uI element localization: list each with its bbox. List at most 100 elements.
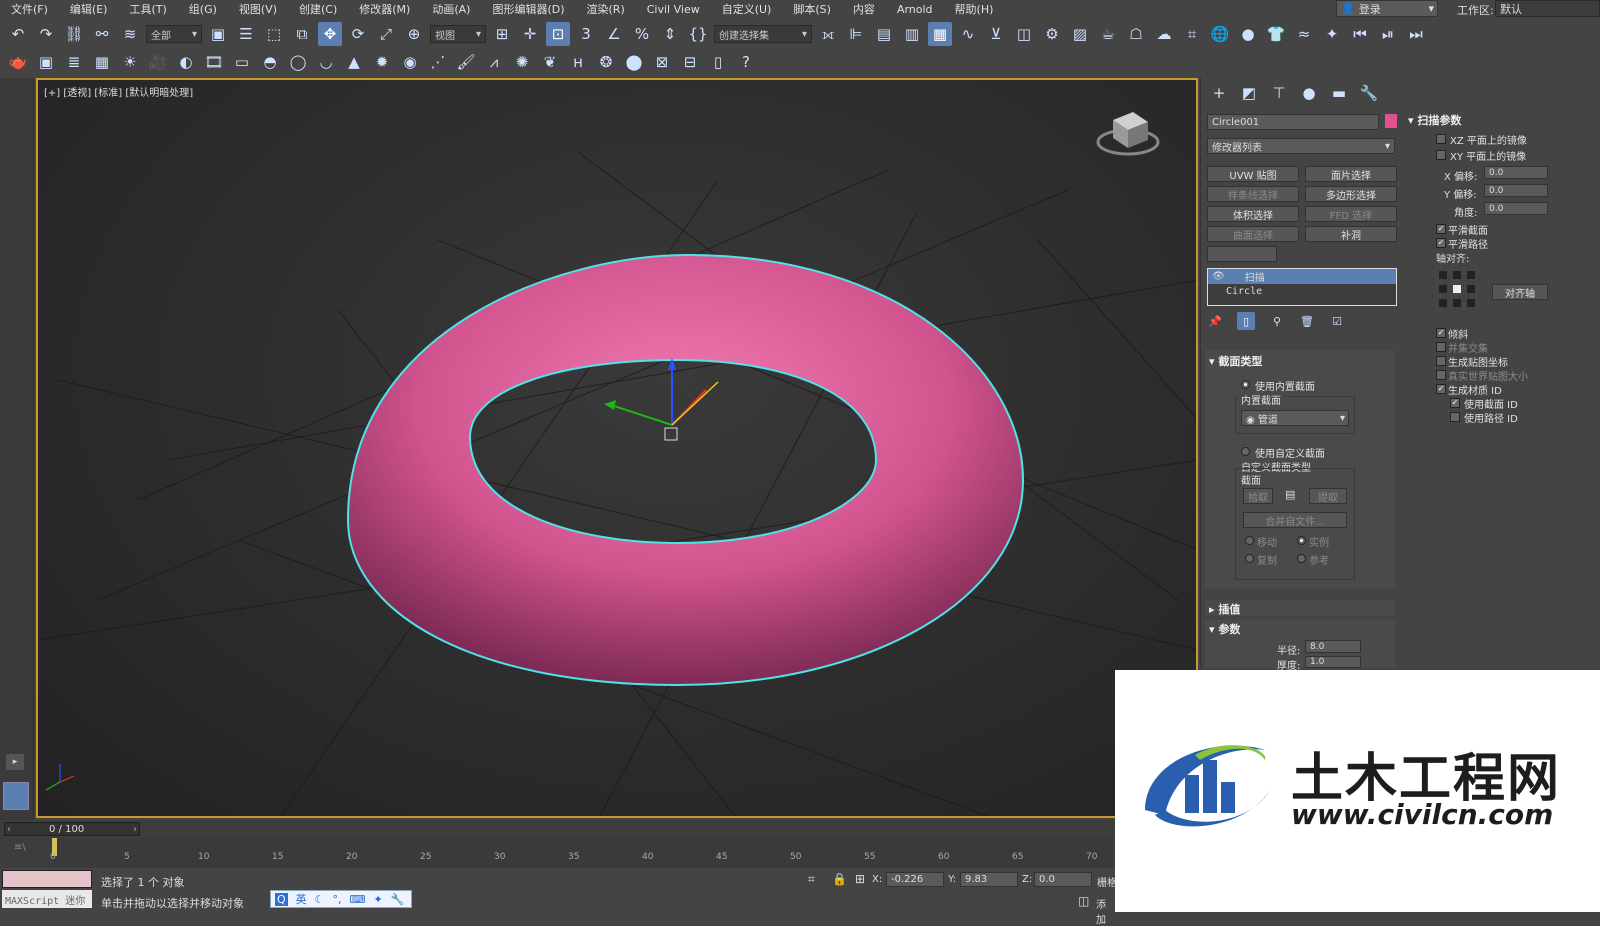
sweep-params-title[interactable]: ▾ 扫描参数	[1408, 112, 1461, 128]
rect-select-icon[interactable]: ⬚	[262, 22, 286, 46]
menu-item[interactable]: 组(G)	[178, 1, 228, 17]
modifier-blank-button[interactable]	[1207, 246, 1277, 262]
y-offset-spinner[interactable]: 0.0	[1484, 184, 1548, 197]
mirror-xz-checkbox[interactable]	[1436, 134, 1446, 144]
eye-icon[interactable]: 👁	[1212, 271, 1225, 282]
menu-item[interactable]: 修改器(M)	[348, 1, 421, 17]
workspace-dropdown[interactable]: 默认	[1495, 0, 1600, 17]
viewcube-icon[interactable]	[1096, 112, 1160, 156]
parameters-title[interactable]: ▾ 参数	[1209, 621, 1240, 637]
render-icon[interactable]: ☕	[1096, 22, 1120, 46]
plant-icon[interactable]: ❦	[538, 50, 562, 74]
menu-item[interactable]: 编辑(E)	[59, 1, 119, 17]
modify-tab-icon[interactable]: ◩	[1237, 81, 1261, 105]
menu-item[interactable]: 渲染(R)	[576, 1, 636, 17]
builtin-section-dropdown[interactable]: ◉ 管道 ▾	[1241, 410, 1349, 426]
tripod-icon[interactable]: ⩘	[482, 50, 506, 74]
wrench-icon[interactable]: 🔧	[391, 893, 405, 906]
menu-item[interactable]: 脚本(S)	[782, 1, 842, 17]
cone-icon[interactable]: ▲	[342, 50, 366, 74]
modifier-button[interactable]: 样条线选择	[1207, 186, 1299, 202]
sphere-icon[interactable]: ●	[1236, 22, 1260, 46]
menu-item[interactable]: 文件(F)	[0, 1, 59, 17]
grid-icon[interactable]: ⋰	[426, 50, 450, 74]
ime-toolbar[interactable]: Q 英 ☾ °, ⌨ ✦ 🔧	[270, 890, 412, 908]
merge-from-file-button[interactable]: 合并自文件...	[1243, 512, 1347, 528]
radius-spinner[interactable]: 8.0	[1305, 640, 1361, 653]
isolate-icon[interactable]: ⌗	[808, 872, 815, 887]
ball-icon[interactable]: ◉	[398, 50, 422, 74]
x-coord-field[interactable]: -0.226	[886, 872, 944, 887]
help-icon[interactable]: ?	[734, 50, 758, 74]
modifier-button[interactable]: 补洞	[1305, 226, 1397, 242]
menu-item[interactable]: Arnold	[886, 3, 944, 16]
move-radio[interactable]	[1245, 536, 1254, 545]
layer-explorer-icon[interactable]: ▥	[900, 22, 924, 46]
pick-button[interactable]: 拾取	[1243, 488, 1273, 504]
instance-radio[interactable]	[1297, 536, 1306, 545]
perspective-viewport[interactable]: [+] [透视] [标准] [默认明暗处理]	[36, 78, 1198, 818]
snap-3d-icon[interactable]: 3	[574, 22, 598, 46]
media-end-icon[interactable]: ⏭	[1404, 22, 1428, 46]
place-icon[interactable]: ⊕	[402, 22, 426, 46]
move-icon[interactable]: ✥	[318, 22, 342, 46]
banking-checkbox[interactable]: ✓	[1436, 328, 1446, 338]
maxscript-mini-label[interactable]: MAXScript 迷你	[2, 890, 92, 908]
real-world-checkbox[interactable]	[1436, 370, 1446, 380]
smooth-section-checkbox[interactable]: ✓	[1436, 224, 1446, 234]
scatter-icon[interactable]: ❂	[594, 50, 618, 74]
select-by-name-icon[interactable]: ☰	[234, 22, 258, 46]
paint-icon[interactable]: 🖌	[454, 50, 478, 74]
ime-mode[interactable]: 英	[296, 891, 307, 907]
teapot-icon[interactable]: 🫖	[6, 50, 30, 74]
edit-named-sets-icon[interactable]: {}	[686, 22, 710, 46]
disc-icon[interactable]: ◯	[286, 50, 310, 74]
render-iterative-icon[interactable]: ☖	[1124, 22, 1148, 46]
link-icon[interactable]: ⛓	[62, 22, 86, 46]
media-play-icon[interactable]: ⏯	[1376, 22, 1400, 46]
ribbon-icon[interactable]: ▦	[928, 22, 952, 46]
keyboard-icon[interactable]: ⌨	[350, 893, 366, 906]
undo-icon[interactable]: ↶	[6, 22, 30, 46]
list-icon[interactable]: ≣	[62, 50, 86, 74]
hair-icon[interactable]: ≈	[1292, 22, 1316, 46]
material-editor-icon[interactable]: ◫	[1012, 22, 1036, 46]
torus-object[interactable]	[346, 253, 1025, 687]
lock-icon[interactable]: 🔒	[832, 872, 847, 886]
menu-item[interactable]: 帮助(H)	[944, 1, 1005, 17]
reference-coord-dropdown[interactable]: 视图 ▾	[430, 25, 486, 43]
modifier-button[interactable]: FFD 选择	[1305, 206, 1397, 222]
shirt-icon[interactable]: 👕	[1264, 22, 1288, 46]
menu-item[interactable]: 动画(A)	[421, 1, 481, 17]
stack-item-circle[interactable]: Circle	[1226, 286, 1262, 297]
stack-item-sweep[interactable]: 👁 扫描	[1208, 269, 1396, 284]
atom-icon[interactable]: ✺	[510, 50, 534, 74]
angle-spinner[interactable]: 0.0	[1484, 202, 1548, 215]
plane-icon[interactable]: ▭	[230, 50, 254, 74]
maxscript-listener-field[interactable]	[2, 870, 92, 888]
scale-icon[interactable]: ⤢	[374, 22, 398, 46]
batch-icon[interactable]: ▯	[706, 50, 730, 74]
spinner-snap-icon[interactable]: ⇕	[658, 22, 682, 46]
render-frame-icon[interactable]: ▣	[34, 50, 58, 74]
pin-icon[interactable]: ✦	[373, 893, 382, 906]
gen-matid-checkbox[interactable]: ✓	[1436, 384, 1446, 394]
custom-section-radio[interactable]	[1241, 447, 1250, 456]
headphones-icon[interactable]: ◐	[174, 50, 198, 74]
pin-icon[interactable]: 📌	[1207, 313, 1223, 329]
arnold-icon[interactable]: ⌗	[1180, 22, 1204, 46]
rollout-title[interactable]: ▾ 截面类型	[1209, 353, 1262, 369]
thickness-spinner[interactable]: 1.0	[1305, 656, 1361, 668]
hierarchy-tab-icon[interactable]: ⊤	[1267, 81, 1291, 105]
track-filter-icon[interactable]: ≡\	[14, 842, 26, 853]
copy-radio[interactable]	[1245, 554, 1254, 563]
remove-modifier-icon[interactable]: 🗑	[1299, 313, 1315, 329]
media-start-icon[interactable]: ⏮	[1348, 22, 1372, 46]
pivot-alignment-grid[interactable]	[1436, 268, 1478, 310]
moon-icon[interactable]: ☾	[315, 893, 325, 906]
z-coord-field[interactable]: 0.0	[1034, 872, 1092, 887]
object-name-field[interactable]: Circle001	[1207, 114, 1379, 130]
material-ball-icon[interactable]: ⬤	[622, 50, 646, 74]
prev-frame-icon[interactable]: ‹	[7, 824, 11, 835]
y-coord-field[interactable]: 9.83	[960, 872, 1018, 887]
